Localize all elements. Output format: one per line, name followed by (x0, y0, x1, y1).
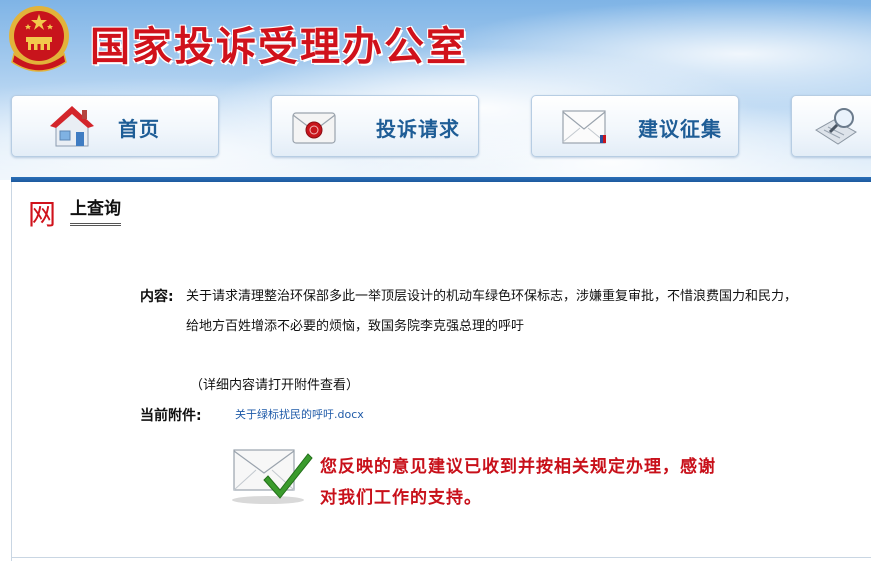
reply-message-line-1: 您反映的意见建议已收到并按相关规定办理，感谢 (320, 457, 716, 477)
nav-label-suggest: 建议征集 (638, 117, 722, 141)
site-title: 国家投诉受理办公室 (90, 23, 468, 70)
envelope-icon (562, 110, 606, 144)
panel-title-initial: 网 (28, 198, 57, 231)
bottom-divider (11, 557, 871, 558)
page: 国家投诉受理办公室 首页 投诉请求 建议征集 网 上查询 内容: 关于请求清理整… (0, 0, 871, 561)
attachment-label: 当前附件: (140, 408, 202, 424)
detail-note: （详细内容请打开附件查看） (190, 378, 360, 393)
attachment-link[interactable]: 关于绿标扰民的呼吁.docx (235, 406, 364, 422)
nav-label-complaint: 投诉请求 (376, 117, 460, 141)
nav-button-home[interactable]: 首页 (11, 95, 219, 157)
header-banner: 国家投诉受理办公室 首页 投诉请求 建议征集 (0, 0, 871, 180)
content-text-line-2: 给地方百姓增添不必要的烦恼，致国务院李克强总理的呼吁 (186, 319, 525, 334)
nav-button-query[interactable] (791, 95, 871, 157)
nav-label-home: 首页 (118, 117, 160, 141)
search-magnifier-icon (815, 108, 857, 145)
national-emblem-icon (9, 6, 69, 72)
envelope-checkmark-icon (232, 449, 313, 504)
nav-button-complaint[interactable]: 投诉请求 (271, 95, 479, 157)
content-text-line-1: 关于请求清理整治环保部多此一举顶层设计的机动车绿色环保标志，涉嫌重复审批，不惜浪… (186, 289, 798, 304)
reply-message-line-2: 对我们工作的支持。 (320, 488, 482, 508)
envelope-seal-icon (292, 112, 336, 144)
nav-button-suggest[interactable]: 建议征集 (531, 95, 739, 157)
content-label: 内容: (140, 289, 174, 305)
panel-title-text: 上查询 (70, 198, 121, 226)
home-icon (50, 106, 94, 147)
